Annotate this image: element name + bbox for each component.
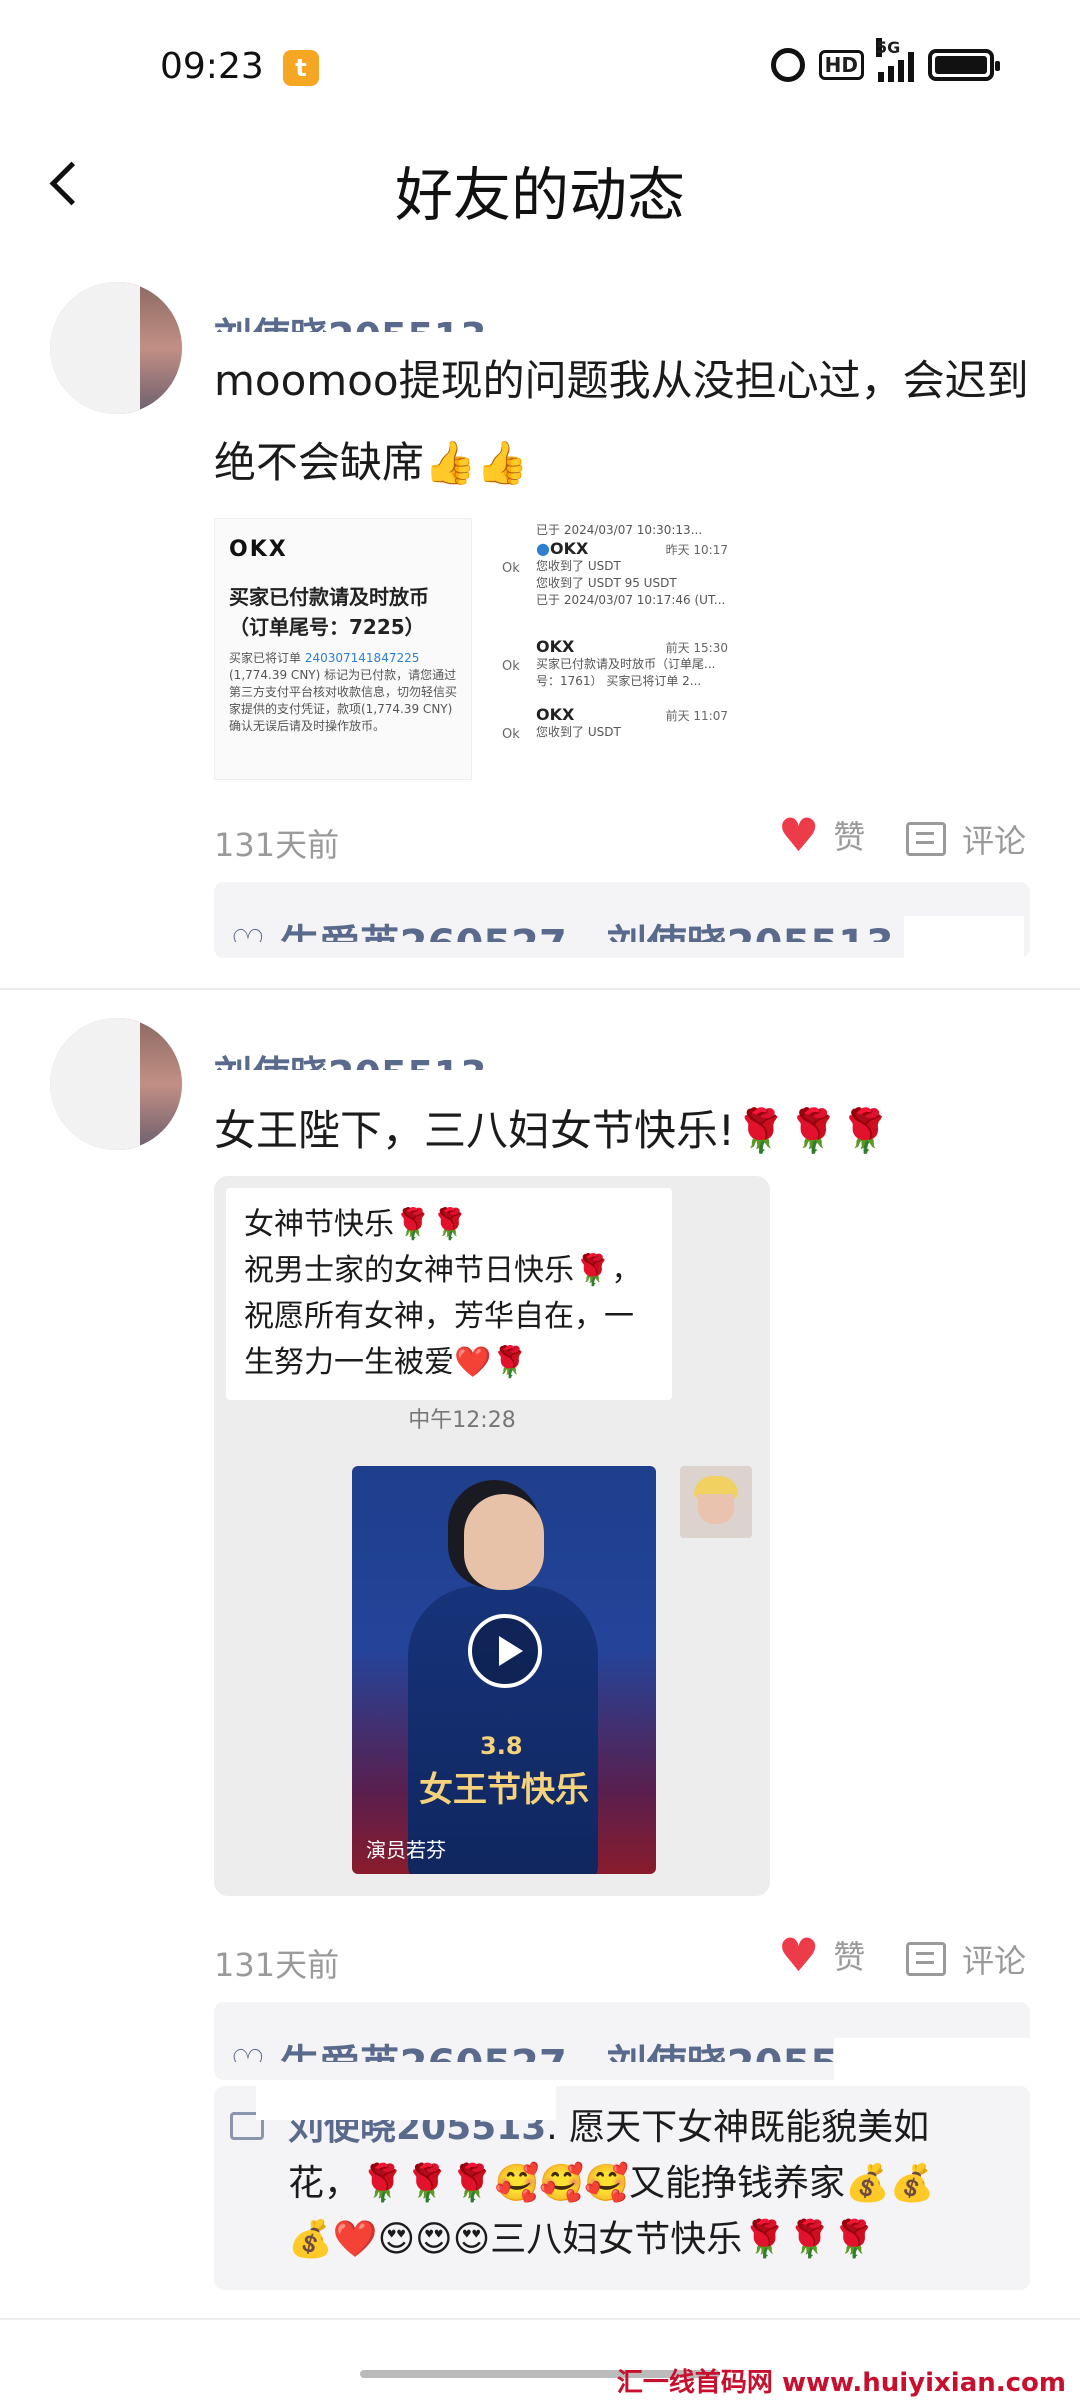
post-image-chat[interactable]: 女神节快乐🌹🌹 祝男士家的女神节日快乐🌹，祝愿所有女神，芳华自在，一生努力一生被… <box>214 1176 770 1896</box>
video-author: 演员若芬 <box>366 1838 446 1862</box>
comment[interactable]: 刘使晓205513. 愿天下女神既能貌美如花，🌹🌹🌹🥰🥰🥰又能挣钱养家💰💰💰❤️… <box>288 2100 968 2268</box>
like-button[interactable]: ♥ 赞 <box>778 1932 865 1978</box>
like-label: 赞 <box>833 1938 866 1976</box>
moment-post: 刘使晓205513 女王陛下，三八妇女节快乐!🌹🌹🌹 女神节快乐🌹🌹 祝男士家的… <box>0 0 1080 2320</box>
video-caption: 女王节快乐 <box>419 1770 589 1810</box>
video-thumbnail[interactable]: 3.8 女王节快乐 演员若芬 <box>352 1466 656 1874</box>
heart-icon: ♥ <box>778 1928 820 1982</box>
likes-names: 牛爱英260527，刘使晓205513 <box>280 2042 894 2062</box>
watermark-text: 汇一线首码网 www.huiyixian.com <box>616 2368 1066 2398</box>
comment-icon <box>906 1942 946 1976</box>
chat-bubble: 女神节快乐🌹🌹 祝男士家的女神节日快乐🌹，祝愿所有女神，芳华自在，一生努力一生被… <box>226 1188 672 1400</box>
comment-label: 评论 <box>962 1942 1027 1980</box>
chat-time: 中午12:28 <box>408 1408 516 1433</box>
chat-avatar <box>680 1466 752 1538</box>
avatar[interactable] <box>50 1018 182 1150</box>
comment-mask <box>256 2086 556 2120</box>
video-badge: 3.8 <box>480 1732 523 1760</box>
comment-box: 刘使晓205513. 愿天下女神既能貌美如花，🌹🌹🌹🥰🥰🥰又能挣钱养家💰💰💰❤️… <box>214 2086 1030 2290</box>
likes-box: ♡ 牛爱英260527，刘使晓205513 <box>214 2002 1030 2080</box>
play-icon[interactable] <box>468 1614 542 1688</box>
post-time: 131天前 <box>214 1946 340 1984</box>
post-author[interactable]: 刘使晓205513 <box>214 1044 487 1070</box>
comment-button[interactable]: 评论 <box>906 1936 1026 1982</box>
post-text: 女王陛下，三八妇女节快乐!🌹🌹🌹 <box>214 1106 892 1155</box>
likes-list[interactable]: ♡ 牛爱英260527，刘使晓205513 <box>230 2032 894 2062</box>
post-divider <box>0 2318 1080 2320</box>
